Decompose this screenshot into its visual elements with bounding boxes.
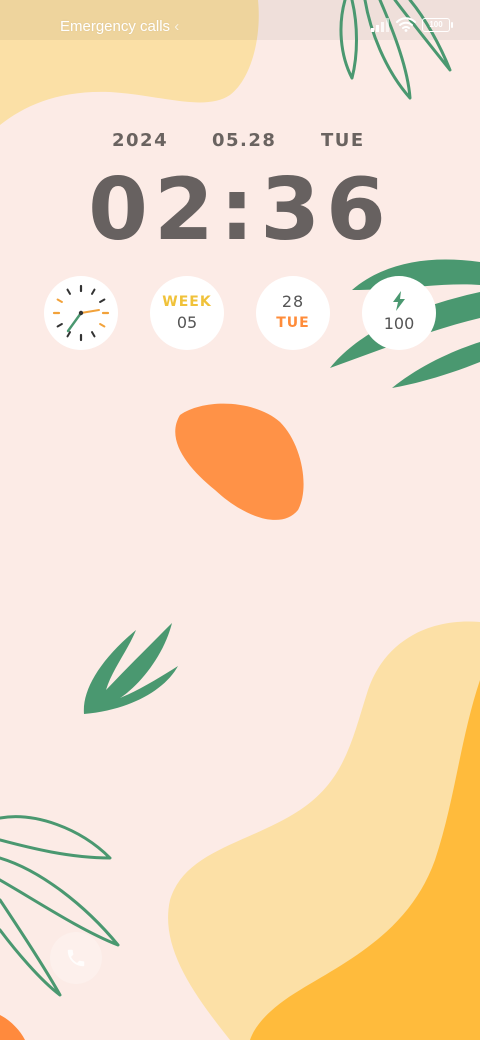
date-month-day: 05.28 <box>212 130 277 151</box>
date-row: 2024 05.28 TUE <box>0 130 480 154</box>
week-number: 05 <box>176 313 198 332</box>
wifi-icon <box>396 17 416 32</box>
day-widget[interactable]: 28 TUE <box>256 276 330 350</box>
emergency-calls-link[interactable]: Emergency calls ‹ <box>60 18 179 35</box>
battery-level: 100 <box>429 20 443 29</box>
analog-clock-widget[interactable] <box>44 276 118 350</box>
phone-shortcut-button[interactable] <box>50 932 102 984</box>
chevron-left-icon: ‹ <box>174 18 180 35</box>
day-number: 28 <box>281 292 305 311</box>
widget-row: WEEK 05 28 TUE 100 <box>0 276 480 352</box>
battery-widget[interactable]: 100 <box>362 276 436 350</box>
emergency-calls-label: Emergency calls <box>60 18 171 35</box>
date-year: 2024 <box>112 130 169 151</box>
week-label: WEEK <box>162 294 212 310</box>
signal-bars-icon <box>371 17 389 32</box>
day-weekday: TUE <box>276 315 310 331</box>
battery-icon: 100 <box>422 17 453 32</box>
phone-icon <box>67 949 85 967</box>
status-bar: Emergency calls ‹ 100 <box>0 0 480 56</box>
lock-screen-clock: 02:36 <box>88 160 392 260</box>
wallpaper <box>0 0 480 1040</box>
battery-widget-value: 100 <box>383 314 415 333</box>
analog-clock-icon <box>52 284 110 342</box>
lightning-bolt-icon <box>393 291 405 311</box>
week-widget[interactable]: WEEK 05 <box>150 276 224 350</box>
date-weekday: TUE <box>321 130 365 151</box>
